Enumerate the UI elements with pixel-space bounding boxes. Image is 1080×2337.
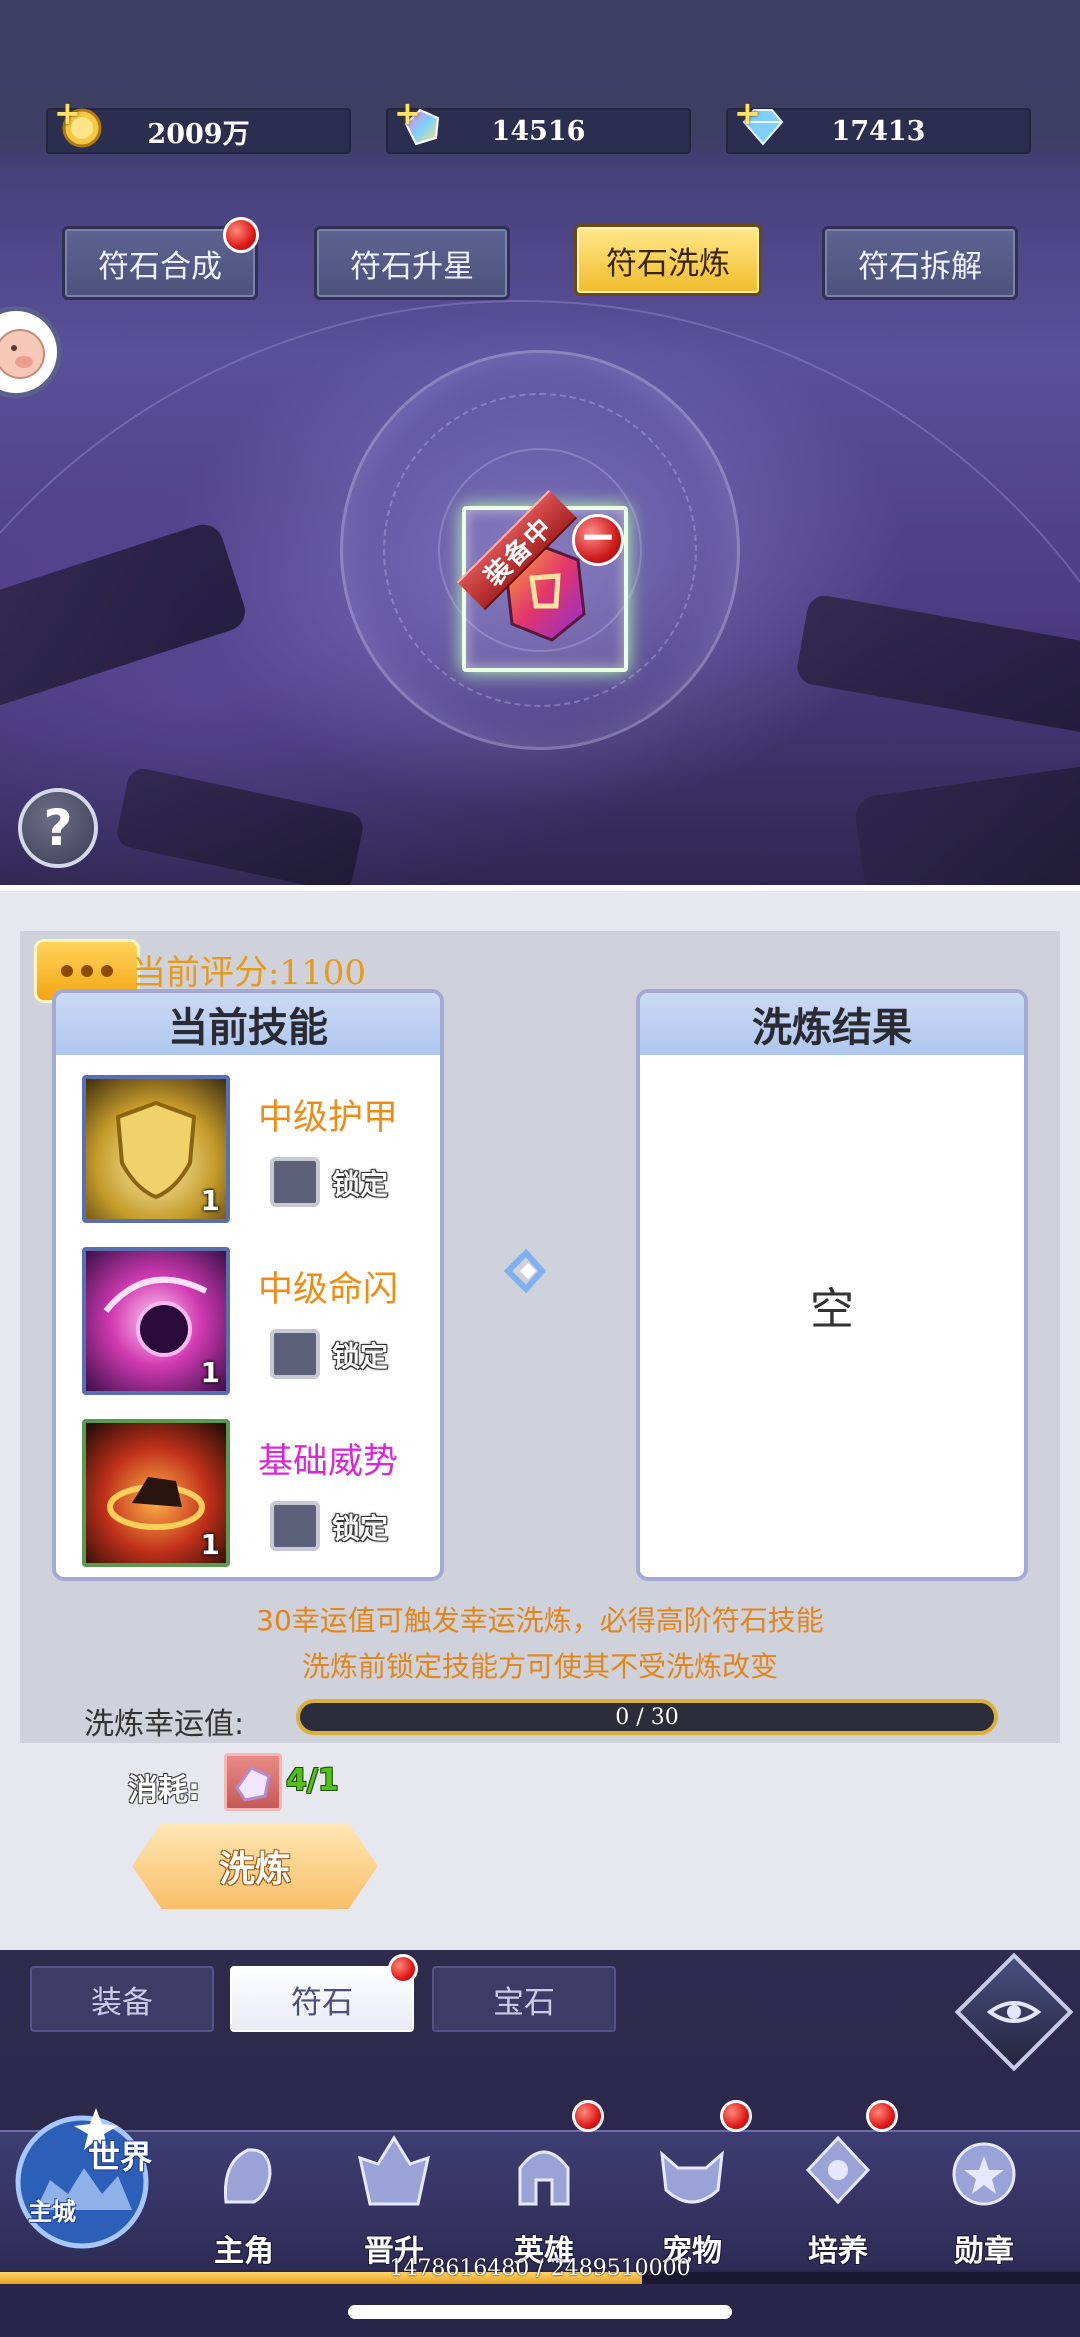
tab-label: 符石拆解: [858, 248, 982, 285]
rune-scene: + 2009万 + 14516 + 17413 符石合成 符石升星 符石洗炼 符…: [0, 0, 1080, 885]
skill-row: 1 中级护甲 锁定: [82, 1075, 422, 1225]
notification-badge: [866, 2100, 898, 2132]
tab-label: 符石合成: [98, 248, 222, 285]
refine-result-title: 洗炼结果: [640, 993, 1024, 1055]
lock-checkbox[interactable]: [270, 1501, 320, 1551]
cost-label: 消耗:: [128, 1773, 200, 1808]
crystal-amount: 14516: [491, 115, 586, 147]
luck-progress-bar: 0 / 30: [296, 1699, 998, 1735]
cost-value: 4/1: [286, 1763, 339, 1798]
tab-gems[interactable]: 宝石: [432, 1966, 616, 2032]
lock-label: 锁定: [332, 1512, 389, 1545]
tab-label: 宝石: [493, 1984, 555, 2021]
luck-label: 洗炼幸运值:: [84, 1707, 245, 1742]
lucky-hint: 30幸运值可触发幸运洗炼，必得高阶符石技能: [256, 1604, 824, 1637]
tab-rune-synthesis[interactable]: 符石合成: [62, 217, 259, 300]
notification-badge: [223, 217, 259, 253]
home-indicator[interactable]: [348, 2305, 732, 2319]
diamond-amount: 17413: [831, 115, 926, 147]
nav-item-medals[interactable]: 勋章: [916, 2100, 1052, 2270]
help-button[interactable]: ?: [18, 788, 98, 868]
refine-button[interactable]: 洗炼: [132, 1823, 378, 1909]
current-skills-box: 当前技能 1 中级护甲 锁定 1 中级命闪 锁定 1 基础威势 锁定: [52, 989, 444, 1581]
empty-result-text: 空: [810, 1284, 854, 1335]
skill-name: 中级命闪: [258, 1270, 399, 1310]
nav-item-pets[interactable]: 宠物: [624, 2100, 760, 2270]
crystal-currency[interactable]: + 14516: [386, 94, 691, 154]
question-icon: ?: [43, 799, 73, 857]
skill-level: 1: [200, 1528, 220, 1561]
eye-emblem-icon: [986, 2001, 1042, 2023]
skill-level: 1: [200, 1184, 220, 1217]
skill-row: 1 中级命闪 锁定: [82, 1247, 422, 1397]
minus-icon: −: [579, 511, 617, 562]
add-crystal-icon[interactable]: +: [394, 94, 421, 132]
tab-rune-star-up[interactable]: 符石升星: [314, 226, 510, 300]
add-diamond-icon[interactable]: +: [734, 94, 761, 132]
refine-result-box: 洗炼结果 空: [636, 989, 1028, 1581]
gold-amount: 2009万: [147, 118, 250, 150]
current-skills-title: 当前技能: [56, 993, 440, 1055]
nav-item-heroes[interactable]: 英雄: [476, 2100, 612, 2270]
chat-dot-icon: [101, 965, 113, 977]
refine-stone-icon[interactable]: [224, 1753, 282, 1811]
refine-button-label: 洗炼: [218, 1849, 291, 1890]
pig-face-icon: [0, 329, 45, 379]
diamond-currency[interactable]: + 17413: [726, 94, 1031, 154]
pet-avatar[interactable]: [0, 306, 62, 398]
menu-toggle-button[interactable]: [954, 1952, 1074, 2072]
training-emblem-icon: [805, 2135, 871, 2205]
add-gold-icon[interactable]: +: [54, 94, 81, 132]
hero-profile-icon: [223, 2148, 272, 2204]
lock-checkbox[interactable]: [270, 1329, 320, 1379]
lock-label: 锁定: [332, 1340, 389, 1373]
tab-label: 符石升星: [350, 248, 474, 285]
lock-hint: 洗炼前锁定技能方可使其不受洗炼改变: [301, 1650, 778, 1683]
skill-level: 1: [200, 1356, 220, 1389]
notification-badge: [388, 1954, 418, 1984]
refine-stone-shape-icon: [235, 1766, 271, 1802]
tab-label: 符石洗炼: [606, 245, 730, 282]
tab-runes[interactable]: 符石: [230, 1954, 418, 2032]
chat-dot-icon: [81, 965, 93, 977]
pet-beast-icon: [660, 2150, 724, 2204]
skill-name: 中级护甲: [258, 1098, 399, 1138]
lock-label: 锁定: [332, 1168, 389, 1201]
notification-badge: [720, 2100, 752, 2132]
notification-badge: [572, 2100, 604, 2132]
medal-icon: [952, 2142, 1016, 2206]
promotion-crest-icon: [357, 2135, 431, 2206]
tab-label: 符石: [291, 1984, 353, 2021]
pink-vortex-icon[interactable]: 1: [82, 1247, 230, 1395]
current-score: 当前评分:1100: [132, 953, 366, 993]
nav-item-hero-main[interactable]: 主角: [176, 2100, 312, 2270]
experience-text: 1478616480 / 2489510000: [389, 2256, 691, 2281]
nav-item-training[interactable]: 培养: [770, 2100, 906, 2270]
unequip-button[interactable]: −: [572, 514, 624, 566]
luck-progress-text: 0 / 30: [615, 1704, 679, 1730]
world-label: 世界: [88, 2138, 153, 2176]
golden-shield-icon[interactable]: 1: [82, 1075, 230, 1223]
tab-label: 装备: [91, 1984, 153, 2021]
refine-panel: 当前评分:1100 当前技能 1 中级护甲 锁定 1 中级命闪 锁定 1 基础威…: [0, 885, 1080, 1950]
fire-beast-icon[interactable]: 1: [82, 1419, 230, 1567]
lock-checkbox[interactable]: [270, 1157, 320, 1207]
bottom-area: 装备 符石 宝石 世界 主城 主角 晋升 英雄 宠物 培养 勋章 1478616…: [0, 1950, 1080, 2337]
nav-item-promotion[interactable]: 晋升: [326, 2100, 462, 2270]
chat-dot-icon: [61, 965, 73, 977]
helmet-icon: [518, 2150, 570, 2206]
gold-currency[interactable]: + 2009万: [46, 94, 351, 154]
tab-equipment[interactable]: 装备: [30, 1966, 214, 2032]
main-city-label: 主城: [28, 2198, 76, 2226]
tab-rune-dismantle[interactable]: 符石拆解: [822, 226, 1018, 300]
tab-rune-refine[interactable]: 符石洗炼: [574, 224, 762, 296]
skill-name: 基础威势: [258, 1442, 399, 1482]
skill-row: 1 基础威势 锁定: [82, 1419, 422, 1569]
arrow-right-icon: [503, 1248, 547, 1294]
